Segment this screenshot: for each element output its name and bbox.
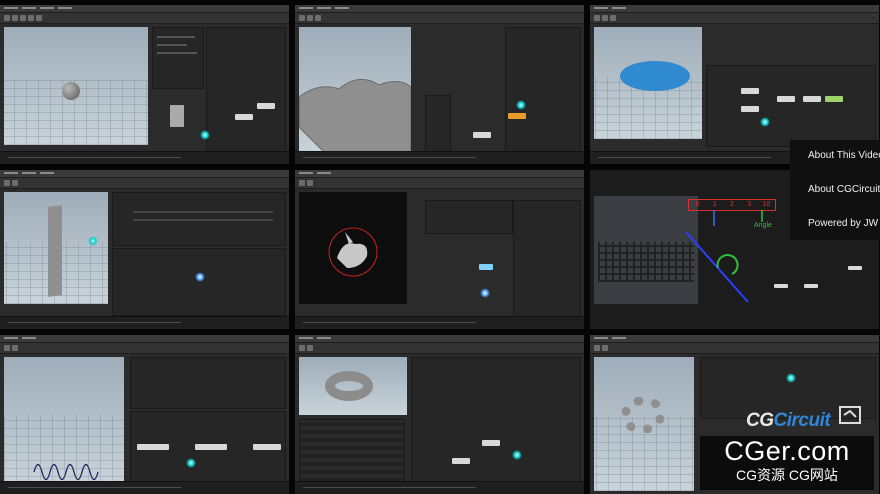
node[interactable]	[235, 114, 253, 120]
viewport	[4, 357, 124, 485]
rabbit-model	[328, 227, 378, 277]
timeline[interactable]	[0, 151, 289, 164]
angle-label: Angle	[754, 222, 772, 229]
menu-bar	[295, 5, 584, 13]
plane-object	[48, 205, 62, 297]
viewport	[299, 357, 407, 415]
node[interactable]	[848, 266, 862, 270]
node[interactable]	[170, 105, 184, 127]
cursor-marker	[88, 236, 98, 246]
network-view	[706, 65, 876, 147]
node[interactable]	[257, 103, 275, 109]
shelf-toolbar	[0, 178, 289, 189]
cursor-marker	[186, 458, 196, 468]
timeline[interactable]	[0, 316, 289, 329]
video-side-menu: About This Video About CGCircuit Powered…	[790, 140, 880, 240]
node-selected[interactable]	[195, 272, 205, 282]
node-selected[interactable]	[480, 288, 490, 298]
node[interactable]	[774, 284, 788, 288]
timeline[interactable]	[295, 151, 584, 164]
disc-object	[620, 61, 690, 91]
menu-bar	[590, 335, 879, 343]
logo-circuit-text: Circuit	[773, 410, 831, 431]
node[interactable]	[452, 458, 470, 464]
thumb-sphere-scene[interactable]	[0, 5, 289, 164]
menu-bar	[590, 5, 879, 13]
node[interactable]	[803, 96, 821, 102]
shelf-toolbar	[295, 178, 584, 189]
node[interactable]	[777, 96, 795, 102]
parameter-panel	[152, 27, 204, 89]
network-view	[112, 248, 286, 316]
timeline[interactable]	[295, 481, 584, 494]
menu-bar	[295, 335, 584, 343]
shelf-toolbar	[295, 13, 584, 24]
node[interactable]	[482, 440, 500, 446]
node[interactable]	[804, 284, 818, 288]
parameter-panel	[425, 95, 451, 152]
node[interactable]	[741, 106, 759, 112]
node[interactable]	[825, 96, 843, 102]
cursor-marker	[760, 117, 770, 127]
node[interactable]	[473, 132, 491, 138]
powered-by-link[interactable]: Powered by JW	[808, 218, 878, 229]
menu-bar	[295, 170, 584, 178]
timeline[interactable]	[295, 316, 584, 329]
viewport	[299, 27, 411, 157]
node[interactable]	[741, 88, 759, 94]
network-view	[411, 357, 581, 483]
torus-object	[325, 371, 373, 401]
shelf-toolbar	[0, 13, 289, 24]
parameter-panel	[112, 192, 286, 246]
parameter-panel	[130, 357, 286, 409]
terrain-mesh	[299, 78, 411, 157]
viewport	[594, 357, 694, 491]
shelf-toolbar	[295, 343, 584, 354]
watermark-subtitle: CG资源 CG网站	[736, 467, 838, 483]
viewport	[594, 27, 702, 139]
about-cgcircuit-link[interactable]: About CGCircuit	[808, 184, 880, 195]
menu-bar	[0, 5, 289, 13]
menu-bar	[0, 170, 289, 178]
voxel-ring	[622, 397, 664, 433]
thumb-plane-scene[interactable]	[0, 170, 289, 329]
sphere-object	[62, 82, 80, 100]
cursor-marker	[512, 450, 522, 460]
viewport	[4, 27, 148, 145]
thumb-wave-scene[interactable]	[0, 335, 289, 494]
menu-bar	[0, 335, 289, 343]
cursor-marker	[786, 373, 796, 383]
watermark-title: CGer.com	[724, 436, 850, 466]
node[interactable]	[195, 444, 227, 450]
shelf-toolbar	[0, 343, 289, 354]
network-view	[130, 411, 286, 483]
network-view	[206, 27, 286, 155]
network-view	[513, 200, 581, 320]
node[interactable]	[137, 444, 169, 450]
node[interactable]	[479, 264, 493, 270]
node[interactable]	[508, 113, 526, 119]
circuit-logo-icon	[839, 406, 861, 424]
shelf-toolbar	[590, 13, 879, 24]
site-watermark: CGer.com CG资源 CG网站	[700, 436, 874, 490]
about-video-link[interactable]: About This Video	[808, 150, 880, 161]
viewport	[299, 192, 407, 304]
parameter-panel	[425, 200, 513, 234]
viewport	[4, 192, 108, 304]
node[interactable]	[253, 444, 281, 450]
spreadsheet	[299, 419, 405, 483]
cgcircuit-logo: CGCircuit	[746, 410, 831, 432]
thumb-rabbit-scene[interactable]	[295, 170, 584, 329]
thumb-terrain-scene[interactable]	[295, 5, 584, 164]
cursor-marker	[200, 130, 210, 140]
shelf-toolbar	[590, 343, 879, 354]
logo-cg-text: CG	[746, 410, 774, 431]
cursor-marker	[516, 100, 526, 110]
thumb-torus-scene[interactable]	[295, 335, 584, 494]
timeline[interactable]	[0, 481, 289, 494]
network-view	[505, 27, 581, 155]
